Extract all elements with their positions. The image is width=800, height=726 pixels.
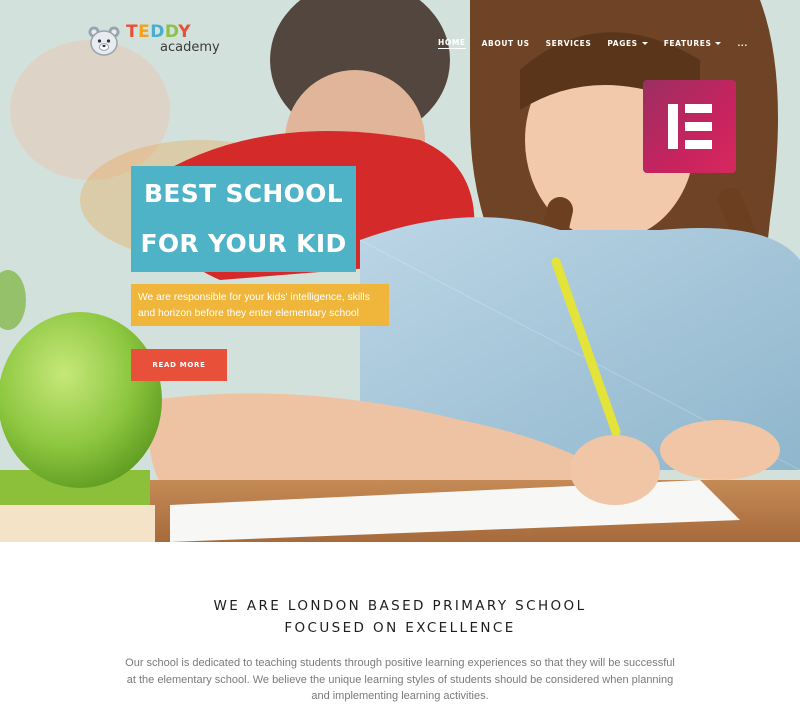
hero-subtext: We are responsible for your kids' intell… — [131, 284, 389, 326]
nav-item-pages[interactable]: PAGES — [607, 39, 648, 48]
elementor-icon-bar — [685, 104, 712, 113]
hero-headline-line: BEST SCHOOL — [144, 179, 343, 208]
logo-letter: Y — [178, 22, 192, 42]
intro-section: WE ARE LONDON BASED PRIMARY SCHOOL FOCUS… — [0, 542, 800, 726]
intro-title-line: WE ARE LONDON BASED PRIMARY SCHOOL — [213, 598, 587, 614]
hero-subtext-line: We are responsible for your kids' intell… — [138, 292, 370, 303]
logo-wordmark: TEDDY — [126, 24, 220, 41]
nav-item-more[interactable]: ... — [737, 39, 747, 48]
nav-item-label: FEATURES — [663, 39, 712, 48]
logo-letter: D — [164, 22, 179, 42]
main-nav: HOME ABOUT US SERVICES PAGES FEATURES ..… — [438, 38, 764, 49]
logo-subtitle: academy — [160, 40, 220, 55]
nav-item-features[interactable]: FEATURES — [664, 39, 722, 48]
nav-item-label: PAGES — [607, 39, 638, 48]
logo-letter: D — [150, 22, 165, 42]
intro-body-line: Our school is dedicated to teaching stud… — [125, 657, 675, 669]
chevron-down-icon — [641, 42, 648, 45]
hero-subtext-line: and horizon before they enter elementary… — [138, 308, 359, 319]
nav-item-label: SERVICES — [545, 39, 592, 48]
nav-item-about-us[interactable]: ABOUT US — [482, 39, 530, 48]
logo-letter: T — [126, 22, 139, 42]
elementor-icon-bar — [668, 104, 678, 149]
bear-icon — [88, 26, 120, 56]
hero-headline: BEST SCHOOL FOR YOUR KID — [131, 166, 356, 272]
intro-body-line: and implementing learning activities. — [311, 690, 489, 702]
nav-item-label: ABOUT US — [481, 39, 530, 48]
chevron-down-icon — [715, 42, 722, 45]
logo-letter: E — [138, 22, 151, 42]
more-icon: ... — [737, 39, 748, 48]
read-more-button[interactable]: READ MORE — [131, 349, 227, 381]
intro-body-line: at the elementary school. We believe the… — [126, 673, 674, 686]
elementor-icon-bar — [685, 122, 712, 131]
elementor-icon-bar — [685, 140, 712, 149]
nav-item-label: HOME — [438, 38, 466, 47]
elementor-icon — [643, 80, 736, 173]
site-logo[interactable]: TEDDY academy — [87, 24, 220, 58]
intro-title-line: FOCUSED ON EXCELLENCE — [284, 620, 516, 636]
hero-headline-line: FOR YOUR KID — [140, 229, 347, 258]
nav-item-home[interactable]: HOME — [438, 38, 466, 49]
hero-section: TEDDY academy HOME ABOUT US SERVICES PAG… — [0, 0, 800, 542]
nav-item-services[interactable]: SERVICES — [546, 39, 592, 48]
